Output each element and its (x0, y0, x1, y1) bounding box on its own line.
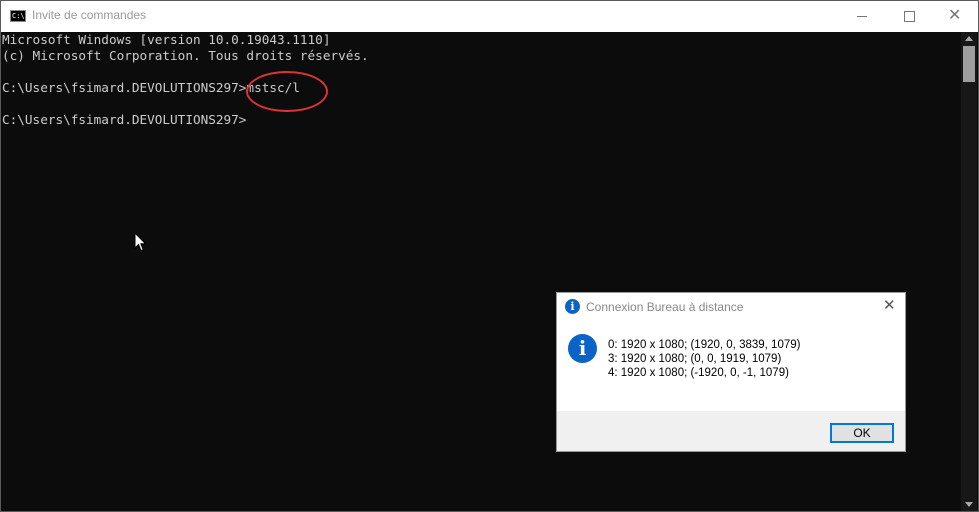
scroll-up-arrow-icon[interactable] (965, 36, 973, 41)
dialog-title: Connexion Bureau à distance (586, 300, 744, 314)
console-app-icon[interactable]: C:\ (10, 10, 26, 22)
monitor-line: 0: 1920 x 1080; (1920, 0, 3839, 1079) (608, 339, 801, 351)
scroll-thumb[interactable] (963, 46, 975, 82)
maximize-button[interactable] (886, 1, 932, 32)
dialog-footer: OK (557, 411, 905, 451)
mouse-pointer-icon (134, 232, 147, 252)
info-icon: i (565, 299, 580, 314)
close-button[interactable]: ✕ (932, 1, 978, 32)
console-line: Microsoft Windows [version 10.0.19043.11… (2, 32, 331, 47)
scroll-down-arrow-icon[interactable] (965, 502, 973, 507)
title-bar[interactable]: C:\ Invite de commandes ✕ (1, 1, 978, 32)
console-line: (c) Microsoft Corporation. Tous droits r… (2, 48, 369, 63)
info-icon: i (568, 334, 597, 363)
console-prompt-line: C:\Users\fsimard.DEVOLUTIONS297> (2, 112, 247, 127)
remote-desktop-dialog: i Connexion Bureau à distance ✕ i 0: 192… (556, 292, 906, 452)
dialog-message: 0: 1920 x 1080; (1920, 0, 3839, 1079) 3:… (608, 338, 800, 380)
monitor-line: 3: 1920 x 1080; (0, 0, 1919, 1079) (608, 353, 782, 365)
window-title: Invite de commandes (32, 8, 147, 22)
maximize-icon (904, 11, 915, 22)
console-line: C:\Users\fsimard.DEVOLUTIONS297>mstsc/l (2, 80, 300, 95)
ok-button[interactable]: OK (830, 423, 894, 443)
dialog-close-icon[interactable]: ✕ (883, 296, 896, 314)
minimize-button[interactable] (839, 1, 885, 32)
command-highlight-ring (246, 71, 328, 112)
minimize-icon (857, 16, 867, 17)
command-prompt-window: C:\ Invite de commandes ✕ Microsoft Wind… (0, 0, 979, 512)
close-icon: ✕ (948, 5, 962, 24)
vertical-scrollbar[interactable] (961, 32, 977, 511)
monitor-line: 4: 1920 x 1080; (-1920, 0, -1, 1079) (608, 367, 789, 379)
